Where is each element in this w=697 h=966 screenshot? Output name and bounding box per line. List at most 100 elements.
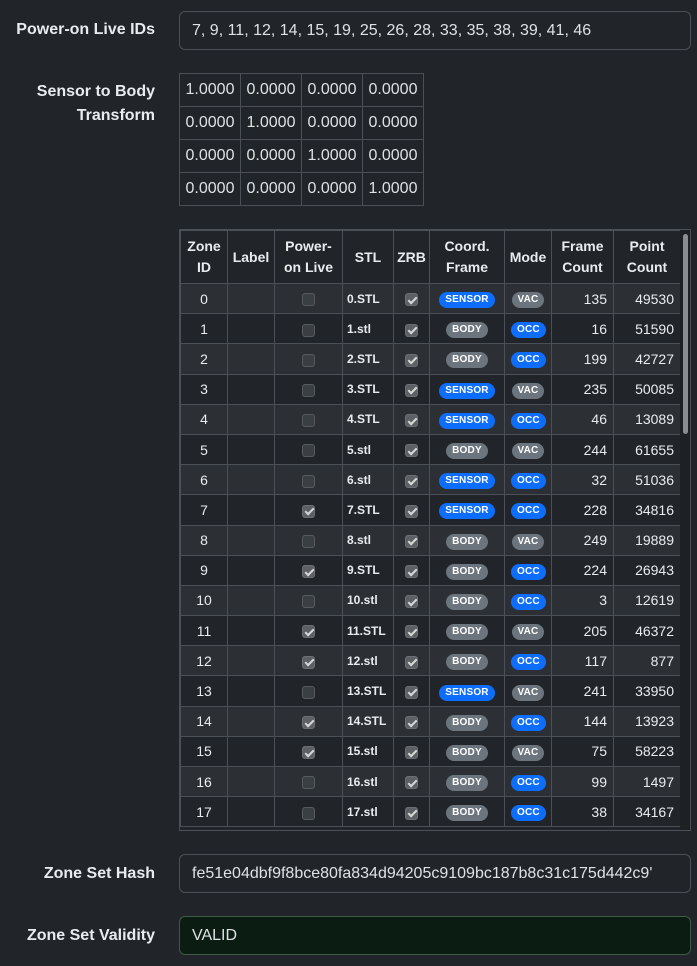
- zone-row[interactable]: 0 0.STL SENSOR VAC 135 49530: [180, 282, 681, 315]
- zone-label-cell: [227, 282, 275, 315]
- zone-row[interactable]: 5 5.stl BODY VAC 244 61655: [180, 433, 681, 466]
- zrb-checkbox[interactable]: [405, 353, 418, 367]
- power-on-live-ids-field[interactable]: 7, 9, 11, 12, 14, 15, 19, 25, 26, 28, 33…: [179, 11, 691, 50]
- zone-row[interactable]: 2 2.STL BODY OCC 199 42727: [180, 343, 681, 375]
- zrb-cell: [393, 282, 430, 315]
- zone-row[interactable]: 12 12.stl BODY OCC 117 877: [180, 645, 681, 677]
- coord-frame-badge: BODY: [446, 714, 488, 731]
- col-point-count[interactable]: Point Count: [613, 230, 681, 284]
- zone-row[interactable]: 4 4.STL SENSOR OCC 46 13089: [180, 403, 681, 435]
- power-on-checkbox[interactable]: [302, 565, 315, 579]
- zrb-checkbox[interactable]: [405, 474, 418, 488]
- matrix-cell: 0.0000: [362, 106, 424, 140]
- col-zone-id[interactable]: Zone ID: [180, 230, 228, 284]
- power-on-cell: [274, 373, 343, 405]
- zone-row[interactable]: 15 15.stl BODY VAC 75 58223: [180, 735, 681, 768]
- zone-row[interactable]: 8 8.stl BODY VAC 249 19889: [180, 524, 681, 556]
- point-count-cell: 34816: [613, 494, 681, 526]
- power-on-checkbox[interactable]: [302, 323, 315, 337]
- power-on-checkbox[interactable]: [302, 685, 315, 699]
- frame-count-cell: 199: [551, 343, 614, 375]
- col-stl[interactable]: STL: [342, 230, 394, 284]
- power-on-checkbox[interactable]: [302, 746, 315, 760]
- zone-label-cell: [227, 615, 275, 647]
- zone-row[interactable]: 10 10.stl BODY OCC 3 12619: [180, 584, 681, 617]
- mode-badge: VAC: [511, 292, 545, 309]
- power-on-checkbox[interactable]: [302, 353, 315, 367]
- coord-frame-cell: BODY: [429, 554, 505, 586]
- zrb-checkbox[interactable]: [405, 444, 418, 458]
- zone-label-cell: [227, 765, 275, 798]
- point-count-cell: 13923: [613, 705, 681, 737]
- col-zrb[interactable]: ZRB: [393, 230, 430, 284]
- zone-row[interactable]: 6 6.stl SENSOR OCC 32 51036: [180, 464, 681, 496]
- power-on-checkbox[interactable]: [302, 414, 315, 428]
- power-on-checkbox[interactable]: [302, 293, 315, 307]
- coord-frame-cell: BODY: [429, 584, 505, 617]
- zone-table-scrollbar[interactable]: [680, 230, 690, 830]
- mode-cell: OCC: [504, 796, 552, 828]
- zone-set-validity-field[interactable]: VALID: [179, 916, 691, 955]
- coord-frame-cell: BODY: [429, 796, 505, 828]
- power-on-checkbox[interactable]: [302, 383, 315, 397]
- zone-table-container[interactable]: Zone ID Label Power-on Live STL ZRB Coord…: [179, 229, 691, 831]
- power-on-checkbox[interactable]: [302, 444, 315, 458]
- scrollbar-thumb[interactable]: [683, 234, 688, 434]
- mode-cell: VAC: [504, 735, 552, 768]
- zrb-checkbox[interactable]: [405, 323, 418, 337]
- coord-frame-badge: BODY: [446, 533, 488, 550]
- zrb-cell: [393, 796, 430, 828]
- col-power-on-line: on Live: [283, 259, 333, 275]
- mode-cell: VAC: [504, 433, 552, 466]
- power-on-checkbox[interactable]: [302, 474, 315, 488]
- zrb-checkbox[interactable]: [405, 806, 418, 820]
- power-on-checkbox[interactable]: [302, 655, 315, 669]
- power-on-checkbox[interactable]: [302, 595, 315, 609]
- zone-id-cell: 12: [180, 645, 228, 677]
- frame-count-cell: 224: [551, 554, 614, 586]
- zrb-checkbox[interactable]: [405, 293, 418, 307]
- zrb-checkbox[interactable]: [405, 746, 418, 760]
- matrix-cell: 0.0000: [240, 172, 302, 206]
- mode-cell: OCC: [504, 313, 552, 345]
- col-frame-count[interactable]: Frame Count: [551, 230, 614, 284]
- zrb-checkbox[interactable]: [405, 625, 418, 639]
- zrb-checkbox[interactable]: [405, 716, 418, 730]
- point-count-cell: 33950: [613, 675, 681, 707]
- zone-row[interactable]: 11 11.STL BODY VAC 205 46372: [180, 615, 681, 647]
- zone-row[interactable]: 9 9.STL BODY OCC 224 26943: [180, 554, 681, 586]
- zone-row[interactable]: 13 13.STL SENSOR VAC 241 33950: [180, 675, 681, 707]
- power-on-checkbox[interactable]: [302, 716, 315, 730]
- zone-row[interactable]: 17 17.stl BODY OCC 38 34167: [180, 796, 681, 828]
- zone-row[interactable]: 16 16.stl BODY OCC 99 1497: [180, 765, 681, 798]
- col-label[interactable]: Label: [227, 230, 275, 284]
- power-on-checkbox[interactable]: [302, 534, 315, 548]
- zrb-checkbox[interactable]: [405, 655, 418, 669]
- col-coord-frame[interactable]: Coord. Frame: [429, 230, 505, 284]
- power-on-checkbox[interactable]: [302, 806, 315, 820]
- mode-cell: OCC: [504, 705, 552, 737]
- zrb-checkbox[interactable]: [405, 534, 418, 548]
- col-coord-frame-line: Frame: [445, 259, 489, 275]
- zrb-checkbox[interactable]: [405, 414, 418, 428]
- power-on-checkbox[interactable]: [302, 625, 315, 639]
- zrb-checkbox[interactable]: [405, 776, 418, 790]
- zone-row[interactable]: 3 3.STL SENSOR VAC 235 50085: [180, 373, 681, 405]
- power-on-cell: [274, 494, 343, 526]
- power-on-checkbox[interactable]: [302, 776, 315, 790]
- zrb-checkbox[interactable]: [405, 383, 418, 397]
- zone-set-hash-field[interactable]: fe51e04dbf9f8bce80fa834d94205c9109bc187b…: [179, 854, 691, 893]
- zrb-checkbox[interactable]: [405, 685, 418, 699]
- power-on-cell: [274, 645, 343, 677]
- zone-row[interactable]: 14 14.STL BODY OCC 144 13923: [180, 705, 681, 737]
- zone-row[interactable]: 1 1.stl BODY OCC 16 51590: [180, 313, 681, 345]
- col-mode[interactable]: Mode: [504, 230, 552, 284]
- zone-row[interactable]: 7 7.STL SENSOR OCC 228 34816: [180, 494, 681, 526]
- power-on-checkbox[interactable]: [302, 504, 315, 518]
- col-power-on-live[interactable]: Power-on Live: [274, 230, 343, 284]
- zrb-checkbox[interactable]: [405, 595, 418, 609]
- col-point-count-line: Point: [629, 238, 665, 254]
- transform-label-line2: Transform: [76, 107, 155, 124]
- zrb-checkbox[interactable]: [405, 565, 418, 579]
- zrb-checkbox[interactable]: [405, 504, 418, 518]
